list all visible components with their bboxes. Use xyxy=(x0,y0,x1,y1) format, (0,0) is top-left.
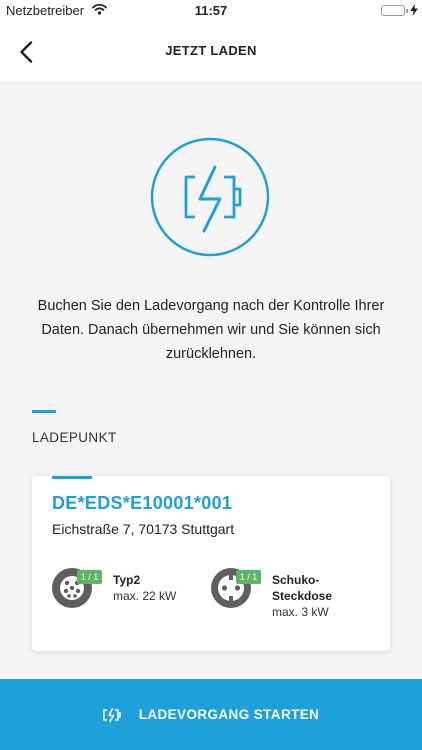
availability-badge: 1 / 1 xyxy=(236,570,261,584)
nav-bar: JETZT LADEN xyxy=(0,22,422,82)
connector-name: Schuko- Steckdose xyxy=(272,573,333,603)
charge-point-address: Eichstraße 7, 70173 Stuttgart xyxy=(52,521,235,537)
charging-icon xyxy=(102,707,121,722)
card-accent-line xyxy=(52,476,92,479)
battery-charging-icon xyxy=(150,137,270,257)
start-charging-label: LADEVORGANG STARTEN xyxy=(138,707,320,722)
page-title: JETZT LADEN xyxy=(165,43,257,58)
connector-power: max. 22 kW xyxy=(113,589,177,603)
description-text: Buchen Sie den Ladevorgang nach der Kont… xyxy=(37,298,385,362)
charging-bolt-icon xyxy=(410,4,418,19)
charge-point-id: DE*EDS*E10001*001 xyxy=(52,493,233,513)
availability-badge: 1 / 1 xyxy=(77,570,102,584)
section-label: LADEPUNKT xyxy=(32,430,117,445)
connector-name: Typ2 xyxy=(113,573,141,587)
clock: 11:57 xyxy=(194,3,228,18)
section-divider xyxy=(32,410,56,413)
start-charging-button[interactable]: LADEVORGANG STARTEN xyxy=(0,679,422,750)
battery-icon xyxy=(381,5,408,16)
status-bar: Netzbetreiber 11:57 xyxy=(0,0,422,22)
charge-point-card[interactable]: DE*EDS*E10001*001 Eichstraße 7, 70173 St… xyxy=(32,476,390,651)
connector-power: max. 3 kW xyxy=(272,605,329,619)
